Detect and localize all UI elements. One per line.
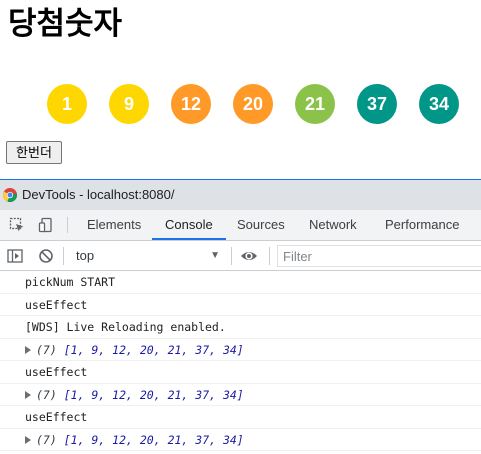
toolbar-separator [269, 247, 270, 265]
console-log-line: (7) [1, 9, 12, 20, 21, 37, 34] [0, 429, 481, 451]
lotto-balls: 1 9 12 20 21 37 34 [0, 84, 481, 124]
console-log-line: (7) [1, 9, 12, 20, 21, 37, 34] [0, 384, 481, 406]
lotto-ball: 9 [109, 84, 149, 124]
console-log-area: pickNum START useEffect [WDS] Live Reloadi… [0, 271, 481, 454]
log-message: useEffect [25, 297, 88, 312]
lotto-ball: 21 [295, 84, 335, 124]
console-log-line: useEffect [0, 406, 481, 429]
toolbar-separator [231, 247, 232, 265]
tab-network[interactable]: Network [309, 210, 357, 240]
toolbar-separator [63, 247, 64, 265]
devtools-window-title: DevTools - localhost:8080/ [22, 187, 175, 202]
lotto-ball: 37 [357, 84, 397, 124]
context-select-value: top [76, 248, 95, 263]
clear-console-icon[interactable] [38, 248, 54, 264]
array-length: (7) [36, 432, 57, 447]
tab-separator [67, 217, 68, 233]
expand-triangle-icon[interactable] [25, 345, 31, 354]
expand-triangle-icon[interactable] [25, 435, 31, 444]
console-toolbar: top ▼ [0, 241, 481, 271]
devtools-titlebar: DevTools - localhost:8080/ [0, 180, 481, 210]
lotto-ball: 34 [419, 84, 459, 124]
redo-button[interactable]: 한번더 [6, 141, 62, 164]
array-preview[interactable]: (7) [1, 9, 12, 20, 21, 37, 34] [36, 384, 244, 406]
devtools-tabbar: Elements Console Sources Network Performance [0, 210, 481, 241]
array-preview[interactable]: (7) [1, 9, 12, 20, 21, 37, 34] [36, 429, 244, 451]
log-message: useEffect [25, 365, 88, 379]
tab-console[interactable]: Console [152, 210, 226, 240]
console-log-line: useEffect [0, 361, 481, 384]
context-select[interactable]: top ▼ [70, 245, 226, 266]
tab-sources[interactable]: Sources [237, 210, 285, 240]
expand-triangle-icon[interactable] [25, 390, 31, 399]
log-message: pickNum START [25, 275, 116, 289]
console-filter-input[interactable] [277, 245, 481, 267]
tab-elements[interactable]: Elements [87, 210, 141, 240]
chrome-icon [3, 188, 17, 202]
array-length: (7) [36, 387, 57, 402]
array-values: [1, 9, 12, 20, 21, 37, 34] [63, 432, 244, 447]
sidebar-toggle-icon[interactable] [7, 248, 23, 264]
dropdown-arrow-icon: ▼ [210, 250, 220, 261]
inspect-element-icon[interactable] [9, 217, 25, 233]
live-expression-eye-icon[interactable] [240, 248, 258, 264]
app-root: 당첨숫자 1 9 12 20 21 37 34 한번더 DevTools - localho… [0, 0, 481, 454]
log-message: [WDS] Live Reloading enabled. [25, 320, 226, 334]
lotto-ball: 12 [171, 84, 211, 124]
console-log-line: useEffect [0, 294, 481, 316]
lotto-ball: 1 [47, 84, 87, 124]
device-toolbar-icon[interactable] [38, 217, 54, 233]
page-title: 당첨숫자 [8, 6, 123, 42]
devtools-panel: DevTools - localhost:8080/ Elements Conso… [0, 179, 481, 454]
tab-performance[interactable]: Performance [385, 210, 459, 240]
log-message: useEffect [25, 410, 88, 424]
array-values: [1, 9, 12, 20, 21, 37, 34] [63, 387, 244, 402]
array-length: (7) [36, 342, 57, 357]
console-log-line: pickNum START [0, 271, 481, 294]
array-preview[interactable]: (7) [1, 9, 12, 20, 21, 37, 34] [36, 339, 244, 361]
console-log-line: (7) [1, 9, 12, 20, 21, 37, 34] [0, 339, 481, 361]
array-values: [1, 9, 12, 20, 21, 37, 34] [63, 342, 244, 357]
console-log-line: [WDS] Live Reloading enabled. [0, 316, 481, 339]
lotto-ball: 20 [233, 84, 273, 124]
